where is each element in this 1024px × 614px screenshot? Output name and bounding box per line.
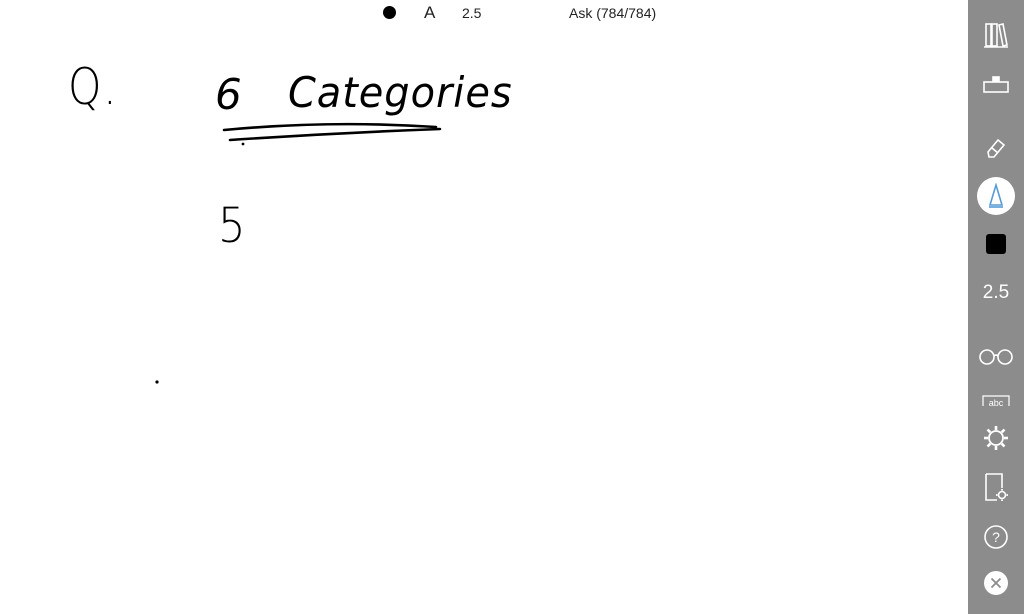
settings-icon[interactable] bbox=[974, 416, 1018, 460]
help-icon[interactable]: ? bbox=[974, 515, 1018, 559]
eraser-icon[interactable] bbox=[974, 126, 1018, 170]
glasses-icon[interactable] bbox=[974, 335, 1018, 379]
right-toolbar: 2.5 abc ? bbox=[968, 0, 1024, 614]
pen-size-label: 2.5 bbox=[982, 282, 1010, 303]
svg-text:abc: abc bbox=[989, 398, 1004, 406]
page-settings-icon[interactable] bbox=[974, 465, 1018, 509]
ask-counter[interactable]: Ask (784/784) bbox=[569, 5, 656, 21]
ruler-icon[interactable] bbox=[974, 63, 1018, 107]
handwritten-six: 6 bbox=[215, 70, 242, 119]
top-status-bar: A 2.5 Ask (784/784) bbox=[0, 0, 968, 26]
close-icon[interactable] bbox=[974, 561, 1018, 605]
library-icon[interactable] bbox=[974, 13, 1018, 57]
pen-size-indicator: 2.5 bbox=[462, 5, 482, 21]
ink-color-dot-icon bbox=[383, 6, 396, 19]
svg-text:?: ? bbox=[992, 529, 1000, 545]
pen-icon[interactable] bbox=[977, 177, 1015, 215]
question-label: Q. bbox=[68, 58, 119, 116]
pen-size-button[interactable]: 2.5 bbox=[974, 271, 1018, 315]
color-swatch[interactable] bbox=[974, 222, 1018, 266]
text-recognition-icon[interactable]: abc bbox=[974, 382, 1018, 406]
black-color-swatch bbox=[986, 234, 1006, 254]
handwritten-five: 5 bbox=[218, 198, 246, 254]
pen-glyph-icon: A bbox=[424, 3, 436, 22]
handwritten-title: Categories bbox=[288, 68, 513, 117]
